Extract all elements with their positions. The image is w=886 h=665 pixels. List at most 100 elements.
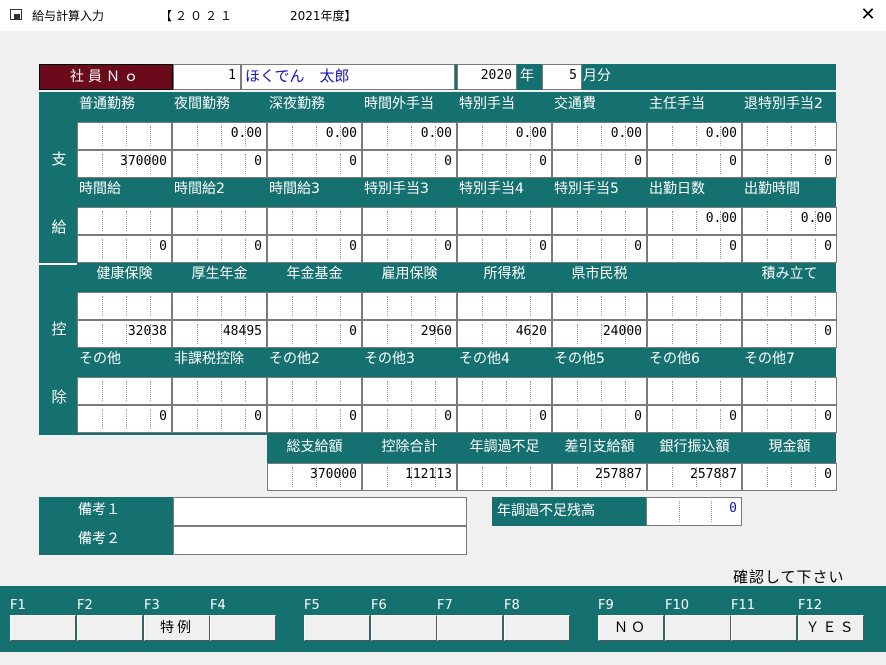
pay-row1-bottom-field[interactable]: 0	[647, 150, 742, 178]
pay-row1-bottom-field[interactable]: 0	[742, 150, 837, 178]
pay-row2-top-field[interactable]	[552, 207, 647, 235]
deduct-row1-top-field[interactable]	[172, 292, 267, 320]
section-deduct-char1: 控	[51, 320, 67, 338]
deduct-row1-bottom-field[interactable]: 2960	[362, 320, 457, 348]
deduct-row2-bottom-field[interactable]: 0	[647, 405, 742, 433]
pay-row2-bottom-field[interactable]: 0	[742, 235, 837, 263]
pay-row2-top-field[interactable]	[172, 207, 267, 235]
deduct-row2-top-field[interactable]	[77, 377, 172, 405]
pay-row2-bottom-field[interactable]: 0	[457, 235, 552, 263]
remarks2-field[interactable]	[173, 526, 467, 555]
deduct-row2-top-field[interactable]	[742, 377, 837, 405]
deduct-row2-top-field[interactable]	[457, 377, 552, 405]
totals-value-field[interactable]	[457, 463, 552, 491]
fkey-button-f2[interactable]	[77, 615, 143, 641]
pay-row2-bottom-field[interactable]: 0	[77, 235, 172, 263]
pay-row2-top-field[interactable]	[362, 207, 457, 235]
deduct-row2-bottom-field[interactable]: 0	[267, 405, 362, 433]
deduct-row2-top-field[interactable]	[552, 377, 647, 405]
pay-row1-top-field[interactable]: 0.00	[362, 122, 457, 150]
deduct-row1-top-field[interactable]	[647, 292, 742, 320]
fkey-button-f9[interactable]: ＮＯ	[598, 615, 664, 641]
deduct-row1-bottom-field[interactable]: 0	[742, 320, 837, 348]
deduct-row2-top-field[interactable]	[267, 377, 362, 405]
year-field[interactable]: 2020	[457, 64, 517, 90]
pay-row1-bottom-field[interactable]: 0	[172, 150, 267, 178]
deduct-row1-bottom-field[interactable]: 0	[267, 320, 362, 348]
deduct-row2-bottom-field[interactable]: 0	[742, 405, 837, 433]
deduct-row1-top-field[interactable]	[267, 292, 362, 320]
fkey-button-f4[interactable]	[210, 615, 276, 641]
fkey-button-f1[interactable]	[10, 615, 76, 641]
pay-row1-label: 時間外手当	[364, 96, 434, 112]
totals-value-field[interactable]: 370000	[267, 463, 362, 491]
totals-label: 年調過不足	[469, 439, 540, 455]
pay-row1-bottom-field[interactable]: 370000	[77, 150, 172, 178]
fkey-label-f5: F5	[304, 598, 320, 613]
deduct-row1-bottom-field[interactable]	[647, 320, 742, 348]
fkey-button-f3[interactable]: 特例	[144, 615, 210, 641]
fkey-button-f12[interactable]: ＹＥＳ	[798, 615, 864, 641]
pay-row2-bottom-field[interactable]: 0	[647, 235, 742, 263]
deduct-row2-bottom-field[interactable]: 0	[362, 405, 457, 433]
emp-no-field[interactable]: 1	[173, 64, 241, 90]
pay-row2-top-field[interactable]: 0.00	[647, 207, 742, 235]
deduct-row2-top-field[interactable]	[647, 377, 742, 405]
totals-value-field[interactable]: 0	[742, 463, 837, 491]
remarks1-field[interactable]	[173, 497, 467, 526]
pay-row1-bottom-field[interactable]: 0	[267, 150, 362, 178]
totals-label: 控除合計	[381, 439, 438, 455]
close-icon[interactable]: ✕	[856, 3, 880, 27]
totals-value-field[interactable]: 112113	[362, 463, 457, 491]
pay-row1-bottom-field[interactable]: 0	[457, 150, 552, 178]
deduct-row1-bottom-field[interactable]: 24000	[552, 320, 647, 348]
pay-row1-top-field[interactable]: 0.00	[172, 122, 267, 150]
deduct-row1-top-field[interactable]	[362, 292, 457, 320]
pay-row1-bottom-field[interactable]: 0	[552, 150, 647, 178]
deduct-row1-bottom-field[interactable]: 32038	[77, 320, 172, 348]
deduct-row1-top-field[interactable]	[77, 292, 172, 320]
emp-name-field[interactable]: ほくでん 太郎	[241, 64, 455, 90]
fkey-button-f8[interactable]	[504, 615, 570, 641]
app-icon	[10, 9, 22, 20]
pay-row2-bottom-field[interactable]: 0	[172, 235, 267, 263]
totals-value-field[interactable]: 257887	[647, 463, 742, 491]
fkey-button-f11[interactable]	[731, 615, 797, 641]
pay-row1-top-field[interactable]: 0.00	[552, 122, 647, 150]
totals-label: 総支給額	[286, 439, 343, 455]
deduct-row2-bottom-field[interactable]: 0	[172, 405, 267, 433]
pay-row2-bottom-field[interactable]: 0	[552, 235, 647, 263]
fkey-label-f9: F9	[598, 598, 614, 613]
deduct-row1-bottom-field[interactable]: 48495	[172, 320, 267, 348]
month-field[interactable]: 5	[542, 64, 582, 90]
pay-row1-top-field[interactable]	[742, 122, 837, 150]
deduct-row1-top-field[interactable]	[457, 292, 552, 320]
deduct-row2-bottom-field[interactable]: 0	[457, 405, 552, 433]
deduct-row2-top-field[interactable]	[172, 377, 267, 405]
deduct-row1-top-field[interactable]	[742, 292, 837, 320]
pay-row1-bottom-field[interactable]: 0	[362, 150, 457, 178]
fkey-button-f5[interactable]	[304, 615, 370, 641]
pay-row1-top-field[interactable]: 0.00	[457, 122, 552, 150]
pay-row2-top-field[interactable]	[457, 207, 552, 235]
adjust-value-field[interactable]: 0	[646, 497, 742, 526]
deduct-row2-bottom-field[interactable]: 0	[77, 405, 172, 433]
pay-row2-top-field[interactable]: 0.00	[742, 207, 837, 235]
fkey-button-f7[interactable]	[437, 615, 503, 641]
fkey-button-f10[interactable]	[665, 615, 731, 641]
deduct-row1-bottom-field[interactable]: 4620	[457, 320, 552, 348]
pay-row2-bottom-field[interactable]: 0	[267, 235, 362, 263]
pay-row2-top-field[interactable]	[267, 207, 362, 235]
pay-row2-bottom-field[interactable]: 0	[362, 235, 457, 263]
pay-row1-top-field[interactable]	[77, 122, 172, 150]
deduct-row1-top-field[interactable]	[552, 292, 647, 320]
deduct-row2-bottom-field[interactable]: 0	[552, 405, 647, 433]
totals-value-field[interactable]: 257887	[552, 463, 647, 491]
pay-row2-top-field[interactable]	[77, 207, 172, 235]
pay-row1-top-field[interactable]: 0.00	[647, 122, 742, 150]
pay-row1-top-field[interactable]: 0.00	[267, 122, 362, 150]
deduct-row2-label: その他3	[364, 351, 415, 367]
deduct-row2-top-field[interactable]	[362, 377, 457, 405]
pay-row1-label: 普通勤務	[79, 96, 135, 112]
fkey-button-f6[interactable]	[371, 615, 437, 641]
